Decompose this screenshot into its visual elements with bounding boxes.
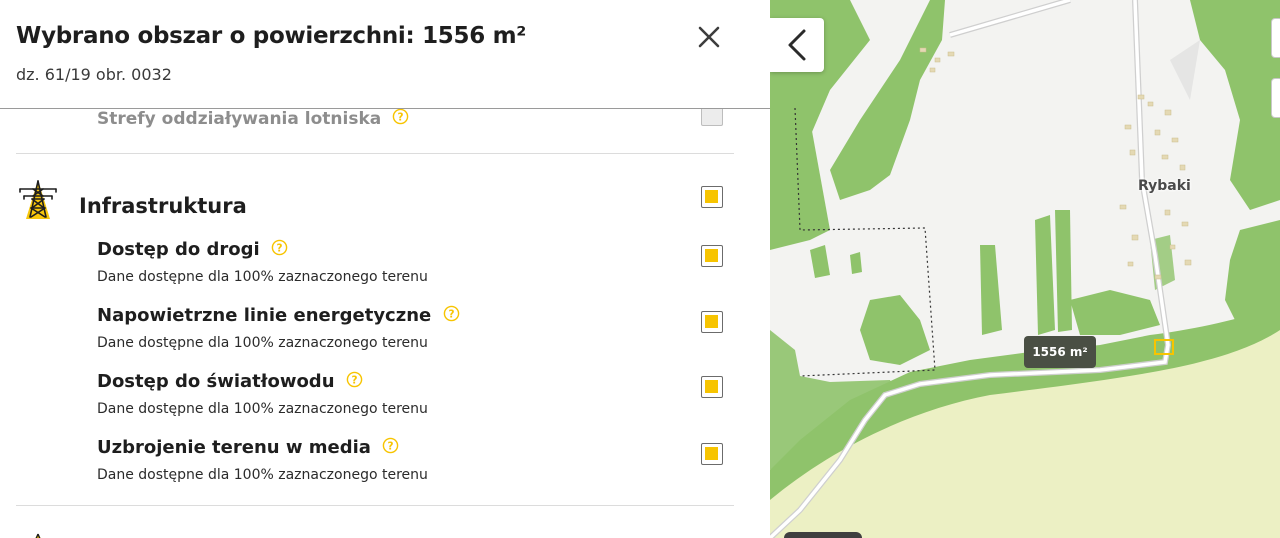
layer-item-label: Napowietrzne linie energetyczne (97, 305, 432, 326)
layer-item-airport-zones: Strefy oddziaływania lotniska ? (97, 108, 409, 129)
close-icon (698, 26, 720, 48)
divider (16, 505, 734, 506)
checkbox-fill (705, 380, 718, 393)
help-icon[interactable]: ? (382, 437, 399, 454)
help-icon[interactable]: ? (271, 239, 288, 256)
layer-item-label: Dostęp do drogi (97, 239, 260, 260)
map-bottom-control[interactable] (784, 532, 862, 538)
checkbox-fill (705, 447, 718, 460)
checkbox-fill (705, 249, 718, 262)
layer-item-label: Uzbrojenie terenu w media (97, 437, 371, 458)
road-access-checkbox[interactable] (701, 245, 723, 267)
map-control-button[interactable] (1271, 18, 1280, 58)
section-checkbox[interactable] (701, 186, 723, 208)
panel-header: Wybrano obszar o powierzchni: 1556 m² dz… (0, 0, 770, 109)
checkbox-fill (705, 315, 718, 328)
layer-item-desc: Dane dostępne dla 100% zaznaczonego tere… (97, 467, 428, 483)
layer-item-power-lines: Napowietrzne linie energetyczne ? (97, 305, 460, 326)
feature-panel: Wybrano obszar o powierzchni: 1556 m² dz… (0, 0, 770, 538)
map-canvas[interactable] (770, 0, 1280, 538)
map-control-button[interactable] (1271, 78, 1280, 118)
parcel-id: dz. 61/19 obr. 0032 (16, 65, 172, 84)
svg-text:?: ? (448, 308, 454, 320)
svg-text:?: ? (398, 111, 404, 123)
panel-title: Wybrano obszar o powierzchni: 1556 m² (16, 23, 527, 49)
help-icon[interactable]: ? (346, 371, 363, 388)
close-button[interactable] (694, 22, 724, 52)
help-icon[interactable]: ? (443, 305, 460, 322)
svg-text:?: ? (276, 242, 282, 254)
layer-item-fiber-access: Dostęp do światłowodu ? (97, 371, 363, 392)
layer-item-desc: Dane dostępne dla 100% zaznaczonego tere… (97, 401, 428, 417)
svg-text:?: ? (351, 374, 357, 386)
layer-item-desc: Dane dostępne dla 100% zaznaczonego tere… (97, 335, 428, 351)
map-place-label: Rybaki (1138, 178, 1191, 194)
layer-item-label: Dostęp do światłowodu (97, 371, 335, 392)
power-tower-icon (19, 180, 57, 219)
section-title: Infrastruktura (79, 194, 247, 218)
utilities-checkbox[interactable] (701, 443, 723, 465)
map-view[interactable]: Rybaki 1556 m² (770, 0, 1280, 538)
layer-item-label: Strefy oddziaływania lotniska (97, 109, 382, 129)
divider (16, 153, 734, 154)
layer-list[interactable]: Strefy oddziaływania lotniska ? Infrastr… (0, 108, 770, 538)
layer-item-utilities: Uzbrojenie terenu w media ? (97, 437, 399, 458)
chevron-left-icon (788, 29, 806, 61)
help-icon[interactable]: ? (392, 108, 409, 125)
area-badge: 1556 m² (1024, 336, 1096, 368)
next-section-icon (35, 533, 41, 538)
airport-zones-checkbox[interactable] (701, 109, 723, 126)
power-lines-checkbox[interactable] (701, 311, 723, 333)
map-back-button[interactable] (770, 18, 824, 72)
layer-item-desc: Dane dostępne dla 100% zaznaczonego tere… (97, 269, 428, 285)
checkbox-fill (705, 190, 718, 203)
fiber-access-checkbox[interactable] (701, 376, 723, 398)
svg-text:?: ? (388, 440, 394, 452)
layer-item-road-access: Dostęp do drogi ? (97, 239, 288, 260)
